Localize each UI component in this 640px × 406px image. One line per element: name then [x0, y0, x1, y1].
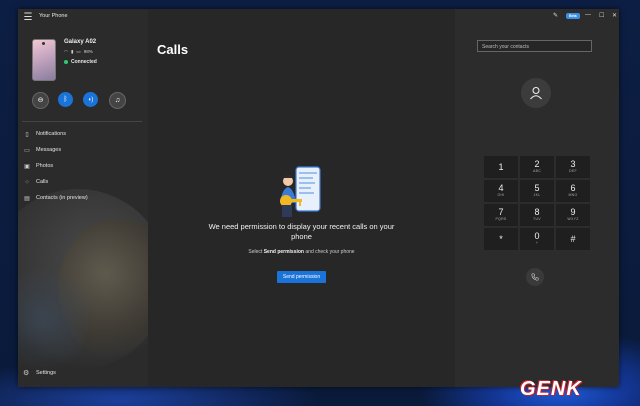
sidebar: ☰ Your Phone Galaxy A02 ◠ ▮ ▭ 98% Connected…: [18, 9, 148, 387]
hamburger-menu-icon[interactable]: ☰: [22, 12, 34, 24]
settings-label: Settings: [36, 370, 56, 376]
wifi-icon: ◠: [64, 49, 68, 54]
photo-icon: ▣: [24, 163, 30, 170]
close-icon[interactable]: ✕: [612, 12, 617, 19]
search-contacts-input[interactable]: Search your contacts: [477, 40, 592, 52]
dial-key-7[interactable]: 7 PQRS: [484, 204, 518, 226]
signal-icon: ▮: [70, 49, 74, 54]
call-button[interactable]: [526, 268, 544, 286]
phone-status-line: ◠ ▮ ▭ 98%: [64, 49, 96, 55]
dial-key-4[interactable]: 4 GHI: [484, 180, 518, 202]
dial-key-star[interactable]: *: [484, 228, 518, 250]
phone-icon: [531, 273, 539, 281]
dial-key-8[interactable]: 8 TUV: [520, 204, 554, 226]
phone-grid-icon: ⁘: [24, 179, 30, 186]
dial-key-5[interactable]: 5 JKL: [520, 180, 554, 202]
sidebar-item-notifications[interactable]: ▯ Notifications: [18, 126, 148, 142]
sidebar-nav: ▯ Notifications ▭ Messages ▣ Photos ⁘ Ca…: [18, 126, 148, 206]
connection-status: Connected: [64, 59, 97, 65]
volume-button[interactable]: ◖): [83, 92, 98, 107]
gear-icon: ⚙: [23, 370, 30, 377]
dial-key-0[interactable]: 0 +: [520, 228, 554, 250]
battery-icon: ▭: [76, 49, 81, 54]
send-permission-button[interactable]: Send permission: [277, 271, 326, 283]
genk-watermark-logo: GENK: [520, 378, 582, 400]
settings-button[interactable]: ⚙ Settings: [23, 369, 56, 377]
dial-keypad: 1 2 ABC 3 DEF 4 GHI 5 JKL 6 MNO 7 PQRS 8 TUV 9W…: [484, 156, 590, 250]
sidebar-item-label: Messages: [36, 147, 62, 153]
sidebar-item-label: Contacts (in preview): [36, 195, 88, 201]
dial-key-1[interactable]: 1: [484, 156, 518, 178]
page-title: Calls: [157, 42, 189, 57]
dial-key-3[interactable]: 3 DEF: [556, 156, 590, 178]
minimize-icon[interactable]: —: [585, 12, 591, 18]
sidebar-item-calls[interactable]: ⁘ Calls: [18, 174, 148, 190]
window-controls: ✎ Beta — ☐ ✕: [499, 9, 619, 25]
person-icon: [530, 86, 542, 100]
do-not-disturb-icon: ⊖: [37, 97, 44, 104]
contact-avatar: [521, 78, 551, 108]
sidebar-item-label: Calls: [36, 179, 49, 185]
calls-pane: Calls We need permission to display your…: [148, 9, 455, 387]
do-not-disturb-button[interactable]: ⊖: [32, 92, 49, 109]
bluetooth-icon: ᛒ: [63, 96, 68, 103]
dial-key-6[interactable]: 6 MNO: [556, 180, 590, 202]
sidebar-item-label: Notifications: [36, 131, 66, 137]
maximize-icon[interactable]: ☐: [599, 12, 604, 19]
title-bar: ☰ Your Phone: [18, 9, 148, 27]
sidebar-item-contacts[interactable]: ▤ Contacts (in preview): [18, 190, 148, 206]
music-button[interactable]: ♫: [109, 92, 126, 109]
contacts-icon: ▤: [24, 195, 30, 202]
battery-level: 98%: [83, 49, 93, 54]
dial-key-2[interactable]: 2 ABC: [520, 156, 554, 178]
sidebar-item-photos[interactable]: ▣ Photos: [18, 158, 148, 174]
camera-notch: [42, 42, 45, 45]
dialer-pane: ✎ Beta — ☐ ✕ Search your contacts 1 2 ABC…: [455, 9, 619, 387]
app-title: Your Phone: [39, 13, 68, 19]
beta-badge[interactable]: Beta: [566, 13, 580, 19]
sidebar-divider: [22, 121, 142, 122]
volume-icon: ◖): [87, 97, 94, 103]
dial-key-hash[interactable]: #: [556, 228, 590, 250]
sidebar-item-label: Photos: [36, 163, 54, 169]
pen-icon[interactable]: ✎: [553, 12, 558, 19]
message-icon: ▭: [24, 147, 30, 154]
device-name: Galaxy A02: [64, 39, 97, 45]
bluetooth-button[interactable]: ᛒ: [58, 92, 73, 107]
permission-message: We need permission to display your recen…: [208, 222, 395, 241]
permission-instruction: Select Send permission and check your ph…: [248, 249, 355, 255]
dial-key-9[interactable]: 9 WXYZ: [556, 204, 590, 226]
phone-image[interactable]: [32, 39, 56, 81]
connected-dot: [64, 59, 68, 64]
bell-icon: ▯: [25, 131, 29, 138]
music-icon: ♫: [114, 97, 121, 104]
your-phone-window: ☰ Your Phone Galaxy A02 ◠ ▮ ▭ 98% Connected…: [18, 9, 619, 387]
sidebar-item-messages[interactable]: ▭ Messages: [18, 142, 148, 158]
permission-illustration: [280, 166, 321, 217]
